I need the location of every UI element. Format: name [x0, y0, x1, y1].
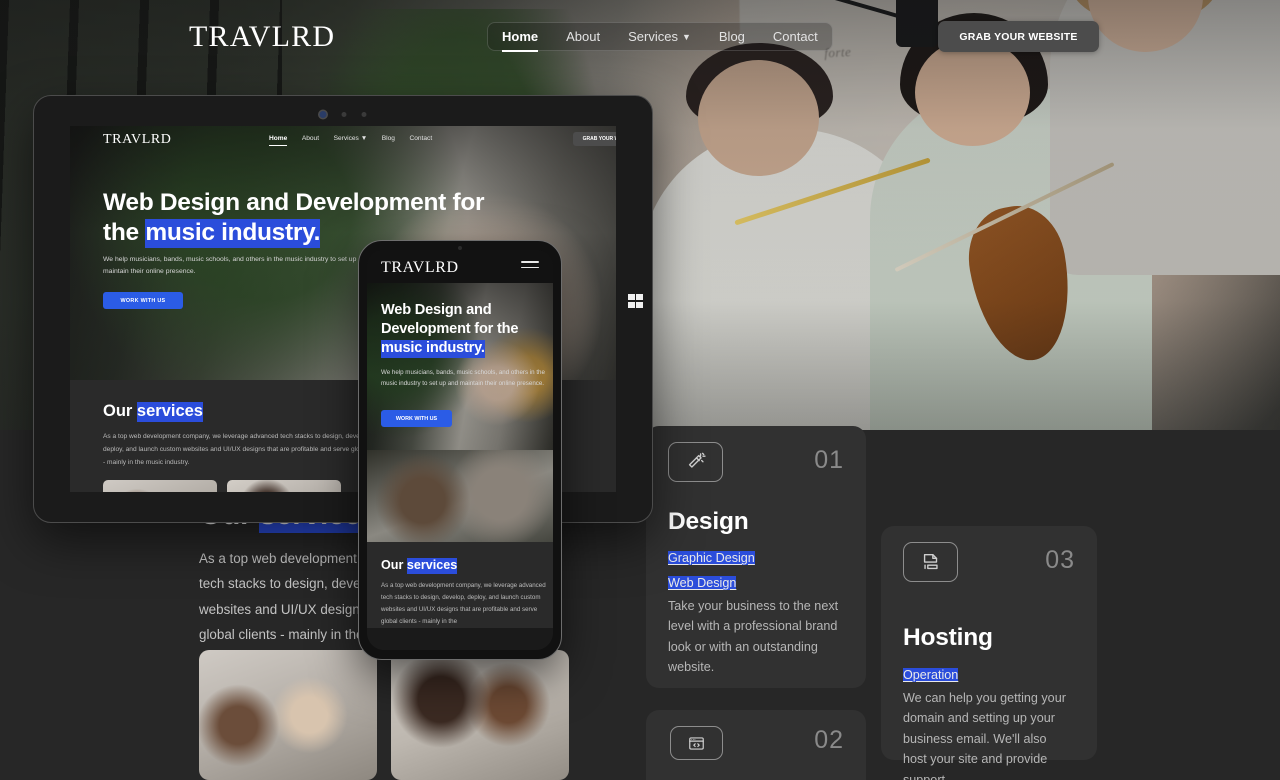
tablet-hero-heading-line1: Web Design and Development for	[103, 189, 485, 216]
phone-hero-heading-highlight: music industry.	[381, 339, 485, 356]
service-link-operation[interactable]: Operation	[903, 668, 959, 682]
tablet-hero-heading-highlight: music industry.	[145, 218, 321, 246]
service-card-description: We can help you getting your domain and …	[903, 691, 1066, 780]
service-card-title: Design	[668, 508, 749, 535]
phone-device-mockup: TRAVLRD Web Design and Development for t…	[358, 240, 562, 660]
photo-card[interactable]	[103, 480, 217, 492]
tablet-services-heading-plain: Our	[103, 402, 137, 420]
nav-item-contact[interactable]: Contact	[773, 29, 818, 44]
service-card-development[interactable]: 02	[646, 710, 866, 780]
grab-your-website-button[interactable]: GRAB YOUR WEBSITE	[938, 21, 1099, 52]
tablet-work-with-us-button[interactable]: WORK WITH US	[103, 292, 183, 309]
hamburger-menu-icon[interactable]	[521, 261, 539, 269]
tablet-photo-cards	[103, 480, 341, 492]
nav-links-group: Home About Services ▼ Blog Contact	[487, 22, 833, 52]
service-card-number: 02	[814, 726, 844, 754]
service-card-number: 01	[814, 446, 844, 474]
nav-item-home[interactable]: Home	[502, 29, 539, 52]
service-card-description: Take your business to the next level wit…	[668, 599, 839, 675]
nav-item-blog[interactable]: Blog	[719, 29, 745, 44]
nav-item-about[interactable]: About	[566, 29, 600, 44]
nav-item-about-label: About	[566, 29, 601, 44]
phone-site-logo[interactable]: TRAVLRD	[381, 259, 459, 277]
windows-logo-icon	[628, 294, 643, 308]
service-link-web-design[interactable]: Web Design	[668, 576, 737, 590]
service-card-number: 03	[1045, 546, 1075, 574]
tablet-nav-bar	[70, 126, 616, 155]
service-card-title: Hosting	[903, 624, 993, 651]
phone-hero-subtitle: We help musicians, bands, music schools,…	[381, 369, 545, 388]
phone-hero-heading-line1: Web Design and	[381, 302, 492, 318]
phone-services-paragraph: As a top web development company, we lev…	[381, 582, 546, 626]
phone-services-heading-plain: Our	[381, 558, 407, 572]
photo-card[interactable]	[391, 650, 569, 780]
tablet-services-heading-highlight: services	[136, 402, 203, 420]
phone-services-section: Our services As a top web development co…	[367, 542, 553, 629]
phone-services-heading: Our services	[381, 558, 553, 572]
phone-hero-heading: Web Design and Development for the music…	[381, 301, 541, 358]
nav-item-home-label: Home	[502, 29, 539, 44]
camera-dot-icon	[361, 112, 367, 117]
nav-item-services-label: Services	[628, 29, 678, 44]
phone-services-heading-highlight: services	[406, 558, 458, 572]
tablet-camera-group	[319, 111, 367, 118]
phone-photo-band	[367, 450, 553, 542]
nav-item-contact-label: Contact	[772, 29, 818, 44]
tablet-hero-heading-line2-plain: the	[103, 218, 146, 246]
server-stack-icon	[903, 542, 958, 582]
service-card-design[interactable]: 01 Design Graphic Design Web Design Take…	[646, 426, 866, 688]
code-window-icon	[670, 726, 723, 760]
top-navigation-bar: TRAVLRD Home About Services ▼ Blog Contac…	[0, 0, 1280, 72]
phone-hero: Web Design and Development for the music…	[367, 283, 553, 450]
our-services-photo-cards	[199, 650, 569, 780]
camera-lens-icon	[319, 111, 327, 118]
tablet-services-paragraph: As a top web development company, we lev…	[103, 433, 390, 466]
nav-item-services[interactable]: Services ▼	[628, 29, 691, 44]
camera-dot-icon	[341, 112, 347, 117]
phone-screen: TRAVLRD Web Design and Development for t…	[367, 250, 553, 650]
magic-wand-icon	[668, 442, 723, 482]
phone-work-with-us-button[interactable]: WORK WITH US	[381, 410, 452, 427]
phone-hero-heading-line2: Development for the	[381, 320, 519, 337]
page-root: forte mezzo forte piano forte ent for TR…	[0, 0, 1280, 780]
nav-item-blog-label: Blog	[718, 29, 745, 44]
tablet-hero-subtitle: We help musicians, bands, music schools,…	[103, 256, 370, 275]
photo-card[interactable]	[227, 480, 341, 492]
tablet-hero-heading: Web Design and Development for the music…	[103, 188, 485, 248]
site-logo[interactable]: TRAVLRD	[189, 20, 335, 54]
photo-card[interactable]	[199, 650, 377, 780]
phone-nav-bar: TRAVLRD	[367, 250, 553, 283]
service-link-graphic-design[interactable]: Graphic Design	[668, 551, 755, 565]
service-card-hosting[interactable]: 03 Hosting Operation We can help you get…	[881, 526, 1097, 780]
chevron-down-icon: ▼	[681, 32, 691, 42]
